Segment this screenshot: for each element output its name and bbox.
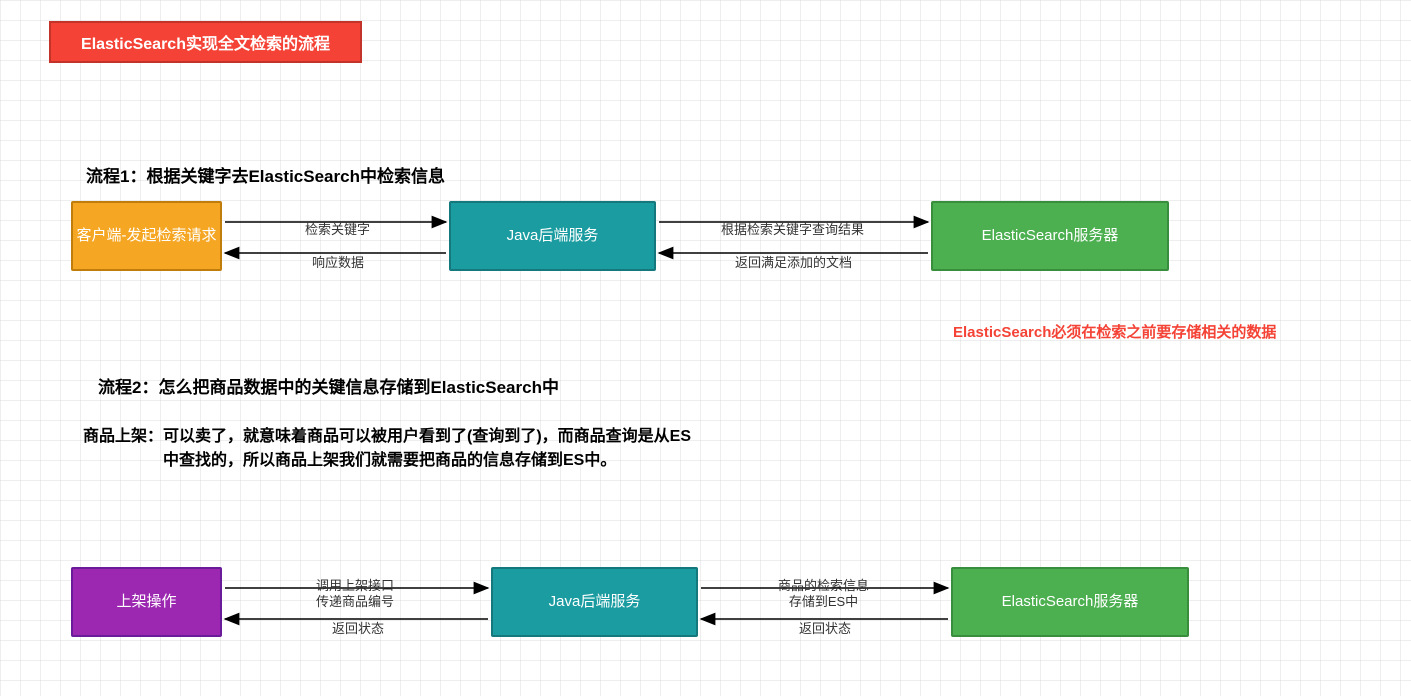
- flow1-arrow3-label: 根据检索关键字查询结果: [721, 222, 864, 238]
- flow1-es-node: ElasticSearch服务器: [931, 201, 1169, 271]
- flow1-arrow4-label: 返回满足添加的文档: [735, 255, 852, 271]
- flow2-client-node: 上架操作: [71, 567, 222, 637]
- flow1-client-node: 客户端-发起检索请求: [71, 201, 222, 271]
- flow1-backend-node: Java后端服务: [449, 201, 656, 271]
- flow2-arrow1-label: 调用上架接口 传递商品编号: [316, 578, 394, 611]
- flow2-backend-node: Java后端服务: [491, 567, 698, 637]
- flow1-heading: 流程1：根据关键字去ElasticSearch中检索信息: [86, 162, 445, 187]
- flow2-es-node: ElasticSearch服务器: [951, 567, 1189, 637]
- flow2-heading: 流程2：怎么把商品数据中的关键信息存储到ElasticSearch中: [98, 373, 559, 398]
- diagram-title: ElasticSearch实现全文检索的流程: [49, 21, 362, 63]
- flow2-arrow4-label: 返回状态: [799, 621, 851, 637]
- flow1-arrow2-label: 响应数据: [312, 255, 364, 271]
- flow2-arrow2-label: 返回状态: [332, 621, 384, 637]
- flow1-arrow1-label: 检索关键字: [305, 222, 370, 238]
- flow2-arrow3-label: 商品的检索信息 存储到ES中: [778, 578, 869, 611]
- red-note: ElasticSearch必须在检索之前要存储相关的数据: [953, 321, 1276, 342]
- flow2-subtext: 商品上架：可以卖了，就意味着商品可以被用户看到了(查询到了)，而商品查询是从ES…: [83, 425, 691, 473]
